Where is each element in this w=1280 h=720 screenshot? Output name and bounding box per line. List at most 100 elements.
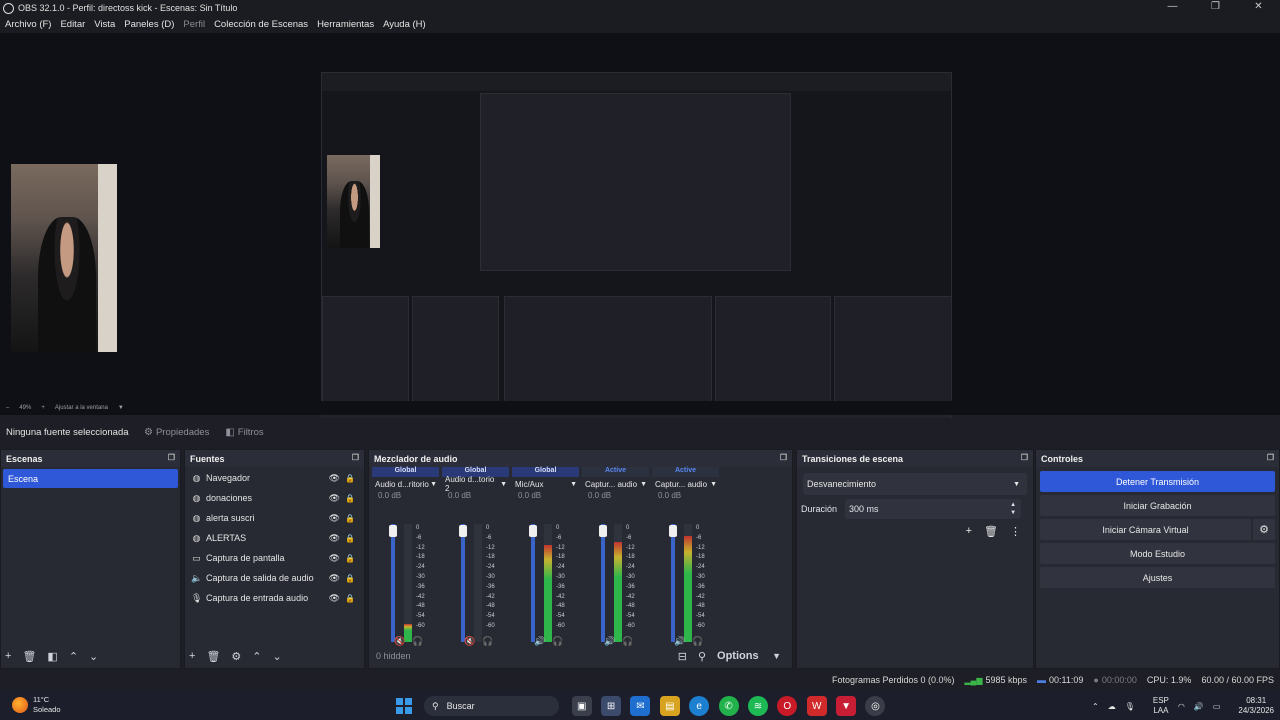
menu-editar[interactable]: Editar: [60, 19, 85, 30]
eye-icon[interactable]: 👁: [329, 553, 340, 564]
menu-archivo[interactable]: Archivo (F): [5, 19, 51, 30]
windows-start-icon[interactable]: [396, 698, 412, 714]
channel-name[interactable]: Captur... audio ▼: [582, 477, 649, 491]
outlook-icon[interactable]: ✉: [630, 696, 651, 716]
volume-fader[interactable]: [671, 524, 675, 642]
mic-icon[interactable]: 🎙: [1125, 702, 1135, 711]
eye-icon[interactable]: 👁: [329, 573, 340, 584]
folder-icon[interactable]: ▤: [659, 696, 680, 716]
maximize-icon[interactable]: ❐: [1194, 0, 1237, 16]
lock-icon[interactable]: 🔒: [345, 474, 355, 483]
lock-icon[interactable]: 🔒: [345, 514, 355, 523]
filters-button[interactable]: ◧ Filtros: [225, 427, 263, 438]
app-red2-icon[interactable]: ▼: [836, 696, 857, 716]
lock-icon[interactable]: 🔒: [345, 554, 355, 563]
undock-icon[interactable]: ❐: [1267, 453, 1274, 462]
fader-handle[interactable]: [599, 525, 607, 537]
chevron-down-icon[interactable]: ▼: [570, 481, 577, 488]
opera-icon[interactable]: O: [777, 696, 798, 716]
source-row[interactable]: 🎙 Captura de entrada audio 👁 🔒: [185, 588, 364, 608]
menu-perfil[interactable]: Perfil: [183, 19, 205, 30]
move-up-icon[interactable]: ⌃: [252, 650, 261, 663]
add-icon[interactable]: +: [5, 650, 11, 662]
eye-icon[interactable]: 👁: [329, 493, 340, 504]
app-red-icon[interactable]: W: [806, 696, 827, 716]
lock-icon[interactable]: 🔒: [345, 594, 355, 603]
undock-icon[interactable]: ❐: [352, 453, 359, 462]
move-down-icon[interactable]: ⌄: [273, 650, 282, 663]
more-icon[interactable]: ⋮: [1010, 525, 1021, 538]
trash-icon[interactable]: 🗑: [984, 525, 998, 538]
properties-button[interactable]: ⚙ Propiedades: [144, 427, 209, 438]
volume-fader[interactable]: [531, 524, 535, 642]
store-icon[interactable]: ⊞: [601, 696, 622, 716]
menu-herramientas[interactable]: Herramientas: [317, 19, 374, 30]
lock-icon[interactable]: 🔒: [345, 574, 355, 583]
chevron-down-icon[interactable]: ▼: [640, 481, 647, 488]
cloud-icon[interactable]: ☁: [1108, 702, 1116, 711]
studio-mode-button[interactable]: Modo Estudio: [1040, 543, 1275, 564]
undock-icon[interactable]: ❐: [780, 453, 787, 462]
fit-to-window-label[interactable]: Ajustar a la ventana: [55, 405, 108, 411]
battery-icon[interactable]: ▭: [1213, 702, 1221, 711]
edge-icon[interactable]: e: [689, 696, 710, 716]
fader-handle[interactable]: [459, 525, 467, 537]
source-row[interactable]: ◍ donaciones 👁 🔒: [185, 488, 364, 508]
trash-icon[interactable]: 🗑: [22, 650, 36, 663]
clock[interactable]: 08:31 24/3/2026: [1229, 696, 1274, 716]
spotify-icon[interactable]: ≋: [747, 696, 768, 716]
fader-handle[interactable]: [529, 525, 537, 537]
chevron-down-icon[interactable]: ▼: [710, 481, 717, 488]
eye-icon[interactable]: 👁: [329, 513, 340, 524]
settings-button[interactable]: Ajustes: [1040, 567, 1275, 588]
chevron-up-icon[interactable]: ⌃: [1092, 702, 1099, 711]
layout-icon[interactable]: ⊟: [678, 650, 687, 663]
obs-taskbar-icon[interactable]: ◎: [865, 696, 886, 716]
menu-ayuda[interactable]: Ayuda (H): [383, 19, 426, 30]
program-preview[interactable]: [0, 33, 1280, 429]
wifi-icon[interactable]: ◠: [1178, 702, 1185, 711]
chevron-down-icon[interactable]: ▼: [430, 481, 437, 488]
lock-icon[interactable]: 🔒: [345, 534, 355, 543]
spinner-icon[interactable]: ▲ ▼: [1010, 501, 1016, 517]
eye-icon[interactable]: 👁: [329, 593, 340, 604]
fader-handle[interactable]: [389, 525, 397, 537]
duration-input[interactable]: 300 ms ▲ ▼: [845, 499, 1022, 519]
weather-widget[interactable]: 11°C Soleado: [12, 695, 61, 715]
volume-fader[interactable]: [461, 524, 465, 642]
add-icon[interactable]: +: [966, 525, 972, 537]
advanced-audio-icon[interactable]: ⚲: [698, 650, 706, 663]
channel-name[interactable]: Captur... audio ▼: [652, 477, 719, 491]
minimize-icon[interactable]: —: [1151, 0, 1194, 16]
eye-icon[interactable]: 👁: [329, 533, 340, 544]
virtual-camera-button[interactable]: Iniciar Cámara Virtual: [1040, 519, 1251, 540]
taskbar-search[interactable]: ⚲ Buscar: [424, 696, 559, 716]
fader-handle[interactable]: [669, 525, 677, 537]
volume-fader[interactable]: [601, 524, 605, 642]
zoom-in-button[interactable]: +: [41, 405, 45, 411]
start-recording-button[interactable]: Iniciar Grabación: [1040, 495, 1275, 516]
whatsapp-icon[interactable]: ✆: [718, 696, 739, 716]
task-view-icon[interactable]: ▣: [571, 696, 592, 716]
eye-icon[interactable]: 👁: [329, 473, 340, 484]
chevron-down-icon[interactable]: ▼: [500, 481, 507, 488]
undock-icon[interactable]: ❐: [1021, 453, 1028, 462]
channel-name[interactable]: Audio d...ritorio ▼: [372, 477, 439, 491]
transition-select[interactable]: Desvanecimiento ▼: [803, 473, 1027, 495]
move-down-icon[interactable]: ⌄: [89, 650, 98, 663]
volume-icon[interactable]: 🔊: [1194, 702, 1204, 711]
menu-paneles[interactable]: Paneles (D): [124, 19, 174, 30]
volume-fader[interactable]: [391, 524, 395, 642]
source-row[interactable]: ◍ ALERTAS 👁 🔒: [185, 528, 364, 548]
options-button[interactable]: Options ▼: [717, 650, 781, 662]
gear-icon[interactable]: ⚙: [231, 650, 241, 663]
menu-coleccion-escenas[interactable]: Colección de Escenas: [214, 19, 308, 30]
source-row[interactable]: ◍ Navegador 👁 🔒: [185, 468, 364, 488]
source-row[interactable]: ▭ Captura de pantalla 👁 🔒: [185, 548, 364, 568]
move-up-icon[interactable]: ⌃: [69, 650, 78, 663]
language-indicator[interactable]: ESP LAA: [1144, 696, 1169, 716]
channel-name[interactable]: Mic/Aux ▼: [512, 477, 579, 491]
zoom-out-button[interactable]: –: [6, 405, 9, 411]
menu-vista[interactable]: Vista: [94, 19, 115, 30]
source-row[interactable]: 🔈 Captura de salida de audio 👁 🔒: [185, 568, 364, 588]
